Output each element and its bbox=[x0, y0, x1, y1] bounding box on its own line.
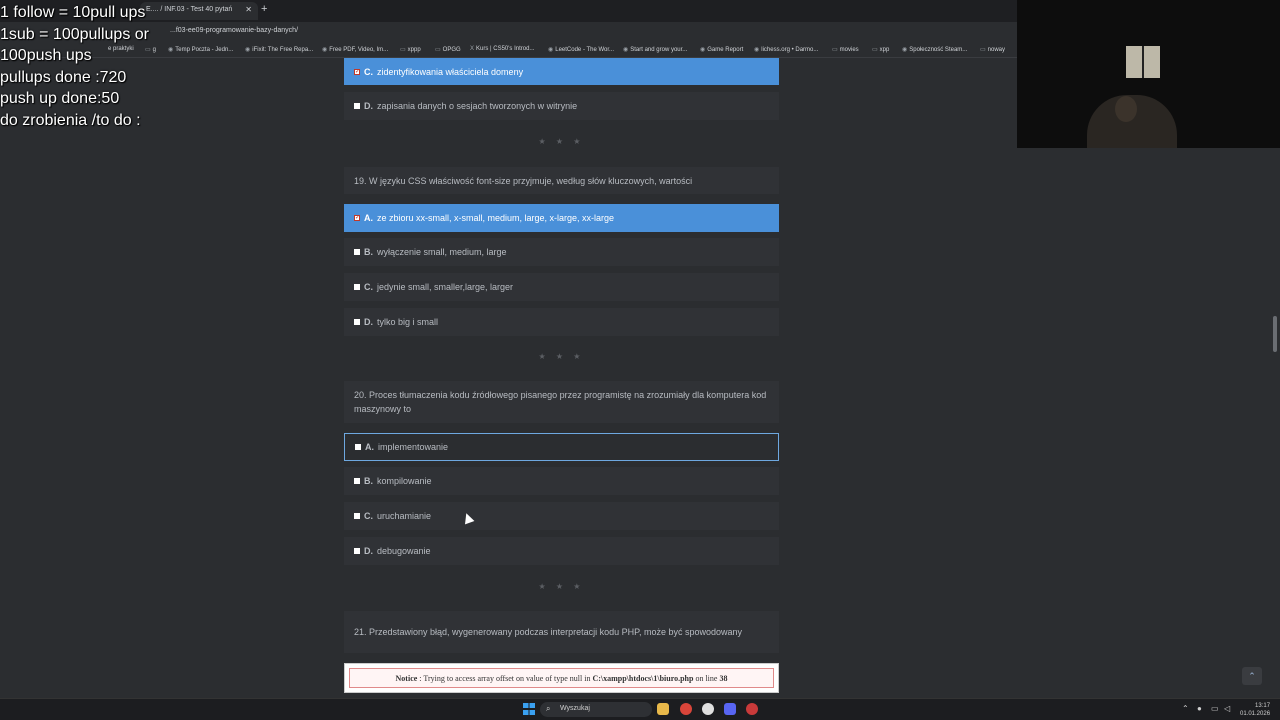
checkbox[interactable] bbox=[354, 478, 360, 484]
checkbox[interactable] bbox=[354, 319, 360, 325]
file-explorer-icon[interactable] bbox=[657, 703, 669, 715]
overlay-line: 100push ups bbox=[0, 47, 92, 64]
scrollbar-thumb[interactable] bbox=[1273, 316, 1277, 352]
mic-icon[interactable]: ● bbox=[1197, 704, 1202, 713]
search-icon: ⌕ bbox=[546, 704, 551, 713]
bookmark-item[interactable]: ▭ xpp bbox=[872, 46, 889, 53]
chevron-up-icon[interactable]: ⌃ bbox=[1182, 704, 1189, 713]
folder-icon: ▭ bbox=[400, 47, 406, 53]
taskbar-search[interactable]: ⌕ Wyszukaj bbox=[540, 702, 652, 717]
network-icon[interactable]: ▭ bbox=[1211, 704, 1219, 713]
x-icon: X bbox=[470, 46, 475, 52]
checkbox[interactable] bbox=[354, 548, 360, 554]
separator: ★ ★ ★ bbox=[538, 352, 585, 361]
bookmark-item[interactable]: ▭ OPGG bbox=[435, 46, 461, 53]
question-21: 21. Przedstawiony błąd, wygenerowany pod… bbox=[344, 611, 779, 653]
chrome-icon[interactable] bbox=[680, 703, 692, 715]
checkbox[interactable] bbox=[354, 103, 360, 109]
site-icon: ◉ bbox=[245, 47, 251, 53]
answer-option[interactable]: D. tylko big i small bbox=[344, 308, 779, 336]
system-clock[interactable]: 13:17 01.01.2026 bbox=[1240, 702, 1270, 718]
bookmark-item[interactable]: ▭ movies bbox=[832, 46, 859, 53]
bookmark-item[interactable]: ▭ noway bbox=[980, 46, 1005, 53]
volume-icon[interactable]: ◁ bbox=[1224, 704, 1230, 713]
steam-icon: ◉ bbox=[902, 47, 908, 53]
php-notice-image: Notice : Trying to access array offset o… bbox=[344, 663, 779, 693]
stream-overlay: 1 follow = 10pull ups 1sub = 100pullups o… bbox=[0, 2, 149, 131]
app-icon[interactable] bbox=[702, 703, 714, 715]
chevron-up-icon: ⌃ bbox=[1248, 671, 1256, 681]
tab-title: E.... / INF.03 - Test 40 pytań bbox=[146, 6, 233, 13]
answer-option[interactable]: C. uruchamianie bbox=[344, 502, 779, 530]
notice-path: C:\xampp\htdocs\1\biuro.php bbox=[592, 673, 694, 683]
bookmark-item[interactable]: ◉ LeetCode - The Wor... bbox=[548, 46, 614, 53]
site-icon: ◉ bbox=[754, 47, 760, 53]
close-tab-icon[interactable]: ✕ bbox=[245, 5, 252, 14]
folder-icon: ▭ bbox=[872, 47, 878, 53]
notice-line: 38 bbox=[719, 673, 728, 683]
discord-icon[interactable] bbox=[724, 703, 736, 715]
bookmark-item[interactable]: ▭ xppp bbox=[400, 46, 421, 53]
answer-option[interactable]: D. zapisania danych o sesjach tworzonych … bbox=[344, 92, 779, 120]
folder-icon: ▭ bbox=[435, 47, 441, 53]
site-icon: ◉ bbox=[548, 47, 554, 53]
answer-option[interactable]: B. wyłączenie small, medium, large bbox=[344, 238, 779, 266]
obs-icon[interactable] bbox=[746, 703, 758, 715]
answer-option[interactable]: C. jedynie small, smaller,large, larger bbox=[344, 273, 779, 301]
site-icon: ◉ bbox=[623, 47, 629, 53]
answer-option[interactable]: B. kompilowanie bbox=[344, 467, 779, 495]
checkbox-checked-icon[interactable]: ✓ bbox=[354, 68, 360, 75]
site-icon: ◉ bbox=[700, 47, 706, 53]
overlay-line: pullups done :720 bbox=[0, 68, 127, 86]
url-text: ...f03-ee09-programowanie-bazy-danych/ bbox=[170, 27, 299, 34]
answer-option[interactable]: D. debugowanie bbox=[344, 537, 779, 565]
bookmark-item[interactable]: ◉ Free PDF, Video, Im... bbox=[322, 46, 388, 53]
webcam-feed bbox=[1017, 0, 1280, 148]
folder-icon: ▭ bbox=[832, 47, 838, 53]
person-head bbox=[1115, 96, 1137, 122]
scroll-to-top-button[interactable]: ⌃ bbox=[1242, 667, 1262, 685]
checkbox[interactable] bbox=[354, 249, 360, 255]
quiz-page: ✓ C. zidentyfikowania właściciela domeny D… bbox=[0, 58, 1280, 698]
browser-tab[interactable]: E.... / INF.03 - Test 40 pytań ✕ bbox=[140, 2, 258, 20]
answer-option[interactable]: A. implementowanie bbox=[344, 433, 779, 461]
folder-icon: ▭ bbox=[980, 47, 986, 53]
new-tab-icon[interactable]: + bbox=[261, 3, 267, 15]
windows-start-icon[interactable] bbox=[523, 703, 535, 715]
notice-text: : Trying to access array offset on value… bbox=[419, 673, 591, 683]
separator: ★ ★ ★ bbox=[538, 137, 585, 146]
answer-option[interactable]: ✓ C. zidentyfikowania właściciela domeny bbox=[344, 58, 779, 85]
separator: ★ ★ ★ bbox=[538, 582, 585, 591]
answer-option[interactable]: ✓ A. ze zbioru xx-small, x-small, medium, … bbox=[344, 204, 779, 232]
notice-label: Notice bbox=[395, 673, 418, 683]
bookmark-item[interactable]: ◉ Temp Poczta - Jedn... bbox=[168, 46, 233, 53]
overlay-line: 1 follow = 10pull ups bbox=[0, 4, 146, 21]
checkbox[interactable] bbox=[355, 444, 361, 450]
bookmark-item[interactable]: ◉ Społeczność Steam... bbox=[902, 46, 967, 53]
question-19: 19. W języku CSS właściwość font-size pr… bbox=[344, 167, 779, 194]
checkbox[interactable] bbox=[354, 284, 360, 290]
site-icon: ◉ bbox=[322, 47, 328, 53]
bookmark-item[interactable]: ◉ lichess.org • Darmo... bbox=[754, 46, 818, 53]
overlay-line: push up done:50 bbox=[0, 90, 120, 107]
question-20: 20. Proces tłumaczenia kodu źródłowego p… bbox=[344, 381, 779, 423]
notice-on: on line bbox=[695, 673, 718, 683]
overlay-line: 1sub = 100pullups or bbox=[0, 25, 149, 43]
site-icon: ◉ bbox=[168, 47, 174, 53]
checkbox[interactable] bbox=[354, 513, 360, 519]
overlay-line: do zrobienia /to do : bbox=[0, 111, 141, 129]
windows-taskbar: ⌕ Wyszukaj ⌃ ● ▭ ◁ 13:17 01.01.2026 bbox=[0, 698, 1280, 720]
bookmark-item[interactable]: ◉ Game Report bbox=[700, 46, 743, 53]
bookmark-item[interactable]: ◉ Start and grow your... bbox=[623, 46, 687, 53]
bookmark-item[interactable]: X Kurs | CS50's Introd... bbox=[470, 46, 534, 52]
bookmark-item[interactable]: ◉ iFixit: The Free Repa... bbox=[245, 46, 313, 53]
checkbox-checked-icon[interactable]: ✓ bbox=[354, 215, 360, 221]
